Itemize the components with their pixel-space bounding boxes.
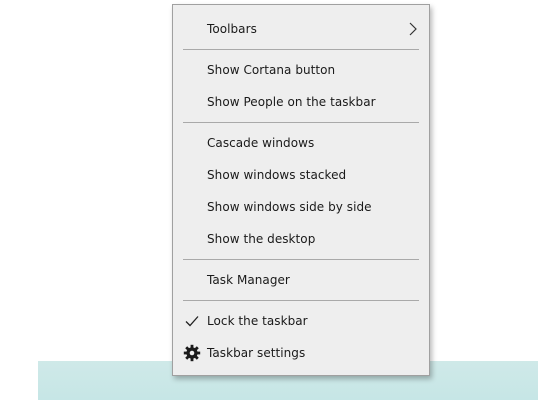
chevron-right-icon (405, 21, 421, 37)
menu-item-label: Show Cortana button (207, 63, 336, 77)
menu-separator (183, 300, 419, 301)
menu-item-show-people[interactable]: Show People on the taskbar (173, 86, 429, 118)
menu-item-lock-the-taskbar[interactable]: Lock the taskbar (173, 305, 429, 337)
menu-item-label: Task Manager (207, 273, 290, 287)
menu-item-taskbar-settings[interactable]: Taskbar settings (173, 337, 429, 369)
checkmark-icon (183, 312, 201, 330)
menu-item-task-manager[interactable]: Task Manager (173, 264, 429, 296)
menu-item-label: Cascade windows (207, 136, 315, 150)
menu-item-label: Show windows side by side (207, 200, 372, 214)
menu-separator (183, 259, 419, 260)
gear-icon (183, 344, 201, 362)
desktop: Toolbars Show Cortana button Show People… (0, 0, 556, 410)
menu-item-show-the-desktop[interactable]: Show the desktop (173, 223, 429, 255)
menu-item-label: Show People on the taskbar (207, 95, 376, 109)
menu-item-label: Show the desktop (207, 232, 316, 246)
menu-item-label: Toolbars (207, 22, 257, 36)
menu-separator (183, 49, 419, 50)
menu-item-label: Show windows stacked (207, 168, 347, 182)
taskbar-context-menu: Toolbars Show Cortana button Show People… (172, 4, 430, 376)
menu-item-show-windows-stacked[interactable]: Show windows stacked (173, 159, 429, 191)
menu-item-label: Lock the taskbar (207, 314, 308, 328)
menu-item-show-cortana-button[interactable]: Show Cortana button (173, 54, 429, 86)
menu-item-toolbars[interactable]: Toolbars (173, 13, 429, 45)
menu-item-cascade-windows[interactable]: Cascade windows (173, 127, 429, 159)
menu-item-label: Taskbar settings (207, 346, 306, 360)
menu-separator (183, 122, 419, 123)
menu-item-show-windows-side-by-side[interactable]: Show windows side by side (173, 191, 429, 223)
